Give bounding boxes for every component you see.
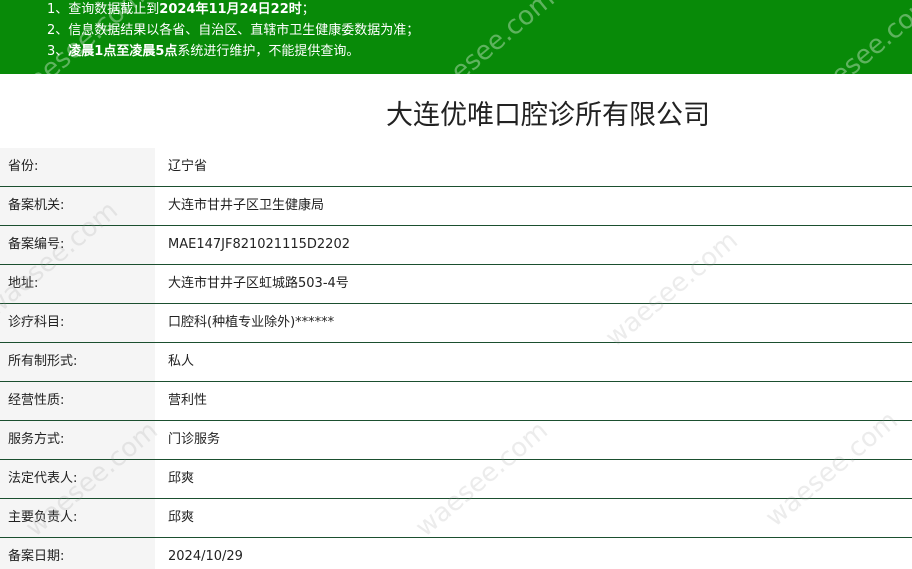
notice-line-2: 2、信息数据结果以各省、自治区、直辖市卫生健康委数据为准；: [47, 23, 420, 38]
row-value: 私人: [168, 354, 195, 369]
row-label: 所有制形式:: [0, 343, 155, 381]
notice-banner: 1、查询数据截止到2024年11月24日22时； 2、信息数据结果以各省、自治区…: [0, 0, 912, 115]
page-title: 大连优唯口腔诊所有限公司: [386, 100, 710, 131]
row-label: 备案编号:: [0, 226, 155, 264]
notice-line-3-bold: 凌晨1点至凌晨5点: [68, 44, 178, 59]
row-label: 服务方式:: [0, 421, 155, 459]
table-row: 诊疗科目: 口腔科(种植专业除外)******: [0, 304, 912, 343]
row-value: 辽宁省: [168, 159, 208, 174]
notice-line-3-prefix: 3、: [47, 44, 69, 59]
row-value: MAE147JF821021115D2202: [168, 237, 350, 252]
watermark: waesee.com: [416, 0, 561, 112]
info-table: 省份: 辽宁省 备案机关: 大连市甘井子区卫生健康局 备案编号: MAE147J…: [0, 148, 912, 569]
row-value: 口腔科(种植专业除外)******: [168, 315, 335, 330]
table-row: 主要负责人: 邱爽: [0, 499, 912, 538]
row-value: 营利性: [168, 393, 208, 408]
notice-line-1-prefix: 1、查询数据截止到: [47, 2, 160, 17]
notice-line-1-suffix: ；: [301, 2, 315, 17]
row-label: 省份:: [0, 148, 155, 186]
notice-line-3-suffix: 系统进行维护，不能提供查询。: [177, 44, 360, 59]
row-value: 邱爽: [168, 471, 195, 486]
table-row: 所有制形式: 私人: [0, 343, 912, 382]
row-label: 备案机关:: [0, 187, 155, 225]
table-row: 经营性质: 营利性: [0, 382, 912, 421]
row-label: 诊疗科目:: [0, 304, 155, 342]
table-row: 地址: 大连市甘井子区虹城路503-4号: [0, 265, 912, 304]
row-value: 门诊服务: [168, 432, 221, 447]
page: 1、查询数据截止到2024年11月24日22时； 2、信息数据结果以各省、自治区…: [0, 0, 912, 569]
notice-line-1: 1、查询数据截止到2024年11月24日22时；: [47, 0, 315, 20]
row-label: 地址:: [0, 265, 155, 303]
notice-line-3: 3、凌晨1点至凌晨5点系统进行维护，不能提供查询。: [47, 42, 359, 62]
row-label: 备案日期:: [0, 538, 155, 569]
row-value: 邱爽: [168, 510, 195, 525]
table-row: 备案机关: 大连市甘井子区卫生健康局: [0, 187, 912, 226]
table-row: 法定代表人: 邱爽: [0, 460, 912, 499]
table-row: 省份: 辽宁省: [0, 148, 912, 187]
notice-line-1-bold: 2024年11月24日22时: [159, 2, 302, 17]
row-value: 大连市甘井子区卫生健康局: [168, 198, 325, 213]
table-row: 备案编号: MAE147JF821021115D2202: [0, 226, 912, 265]
table-row: 服务方式: 门诊服务: [0, 421, 912, 460]
watermark: waesee.com: [796, 0, 912, 116]
table-row: 备案日期: 2024/10/29: [0, 538, 912, 569]
row-label: 主要负责人:: [0, 499, 155, 537]
row-label: 法定代表人:: [0, 460, 155, 498]
row-label: 经营性质:: [0, 382, 155, 420]
row-value: 2024/10/29: [168, 549, 243, 564]
row-value: 大连市甘井子区虹城路503-4号: [168, 276, 349, 291]
